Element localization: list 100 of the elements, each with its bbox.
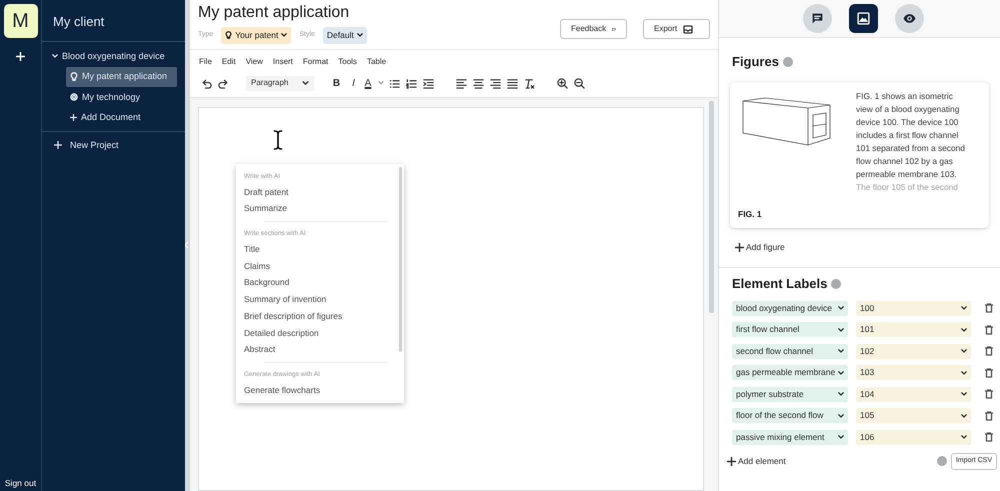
reference-number-dropdown[interactable]: 102 (856, 344, 971, 359)
document-item[interactable]: My technology (66, 88, 177, 107)
chevron-down-icon (961, 370, 967, 375)
menu-item[interactable]: Detailed description (244, 324, 319, 342)
menu-item[interactable]: Generate flowcharts (244, 382, 320, 398)
trash-icon (985, 432, 993, 442)
chevron-down-icon (961, 414, 967, 418)
section-title: Element Labels (732, 275, 828, 294)
menu-item[interactable]: Background (244, 274, 290, 291)
element-name-dropdown[interactable]: floor of the second flow (732, 408, 848, 424)
plus-icon (727, 456, 736, 466)
document-item[interactable]: Add Document (66, 108, 177, 128)
lightbulb-icon (70, 72, 78, 82)
align-left-icon (456, 78, 467, 89)
menu-item[interactable]: Brief description of figures (244, 308, 342, 324)
redo-icon (218, 78, 229, 89)
delete-button[interactable] (985, 303, 993, 314)
feedback-button[interactable]: Feedback (560, 19, 627, 39)
trash-icon (985, 346, 993, 356)
type-dropdown[interactable]: Your patent (221, 27, 292, 44)
delete-button[interactable] (985, 432, 993, 442)
image-icon (857, 12, 870, 25)
comments-view-button[interactable] (803, 4, 832, 33)
menu-item[interactable]: Draft patent (244, 184, 288, 200)
avatar-button[interactable]: M (4, 4, 38, 38)
preview-view-button[interactable] (895, 4, 924, 33)
reference-number-dropdown[interactable]: 105 (856, 408, 971, 424)
add-figure-button[interactable]: Add figure (735, 241, 1000, 254)
document-title: My patent application (197, 3, 350, 23)
scrollbar-thumb[interactable] (399, 166, 402, 352)
indent-icon (423, 78, 434, 89)
chevron-down-icon (302, 81, 309, 86)
align-right-icon (490, 78, 501, 89)
bold-button[interactable]: B (328, 76, 345, 90)
sign-out-link[interactable]: Sign out (4, 477, 36, 491)
figure-description: The floor 105 of the second (856, 180, 959, 194)
element-name-dropdown[interactable]: second flow channel (732, 344, 848, 359)
scrollbar-thumb[interactable] (709, 100, 714, 313)
chevron-down-icon (838, 349, 844, 354)
element-name-dropdown[interactable]: first flow channel (732, 322, 848, 338)
chevron-down-icon (378, 81, 384, 86)
figure-caption: FIG. 1 (738, 208, 763, 220)
menu-item[interactable]: Claims (244, 258, 270, 274)
menu-item[interactable]: Table (362, 56, 392, 68)
chevron-down-icon (838, 435, 844, 440)
add-client-button[interactable] (16, 52, 25, 61)
new-project-button[interactable]: New Project (50, 136, 123, 155)
menu-item[interactable]: Title (244, 240, 260, 258)
delete-button[interactable] (985, 389, 993, 400)
menu-item[interactable]: Summary of invention (244, 291, 326, 308)
block-format-dropdown[interactable]: Paragraph (246, 76, 314, 91)
export-button[interactable]: Export (643, 19, 710, 39)
plus-icon (735, 243, 744, 252)
trash-icon (985, 389, 993, 400)
project-item[interactable]: Blood oxygenating device (48, 46, 169, 66)
reference-number-dropdown[interactable]: 106 (856, 430, 971, 445)
document-item[interactable]: My patent application (66, 67, 177, 86)
delete-button[interactable] (985, 410, 993, 421)
bulleted-list-icon (389, 78, 400, 89)
chevron-down-icon (356, 33, 363, 38)
menu-item[interactable]: Summarize (244, 200, 287, 217)
element-name-dropdown[interactable]: passive mixing element (732, 430, 848, 445)
figures-view-button[interactable] (849, 4, 878, 33)
chevron-down-icon (961, 392, 967, 396)
menu-item[interactable]: Insert (268, 56, 298, 68)
reference-number-dropdown[interactable]: 103 (856, 365, 971, 380)
undo-icon (201, 78, 212, 89)
element-name-dropdown[interactable]: polymer substrate (732, 386, 848, 402)
menu-item[interactable]: Edit (216, 56, 241, 68)
chevron-down-icon (838, 414, 844, 418)
menu-item[interactable]: Tools (333, 56, 362, 68)
menu-item[interactable]: Abstract (244, 341, 276, 358)
menu-item[interactable]: View (240, 56, 268, 68)
delete-button[interactable] (985, 368, 993, 378)
delete-button[interactable] (985, 346, 993, 356)
chevron-down-icon (838, 392, 844, 396)
style-dropdown[interactable]: Default (322, 27, 367, 44)
reference-number-dropdown[interactable]: 104 (856, 386, 971, 402)
figure-description: FIG. 1 shows an isometric view of a blood oxygenating device 100. The device 100 includes a first flow channel 101 separated from a second flow channel 102 by a gas permeable membrane 103. (856, 90, 966, 181)
trash-icon (985, 303, 993, 314)
element-name-dropdown[interactable]: gas permeable membrane (732, 365, 848, 380)
element-name-dropdown[interactable]: blood oxygenating device (732, 300, 848, 316)
chevron-down-icon (838, 306, 844, 310)
zoom-out-icon (574, 78, 585, 89)
chevron-down-icon (961, 435, 967, 440)
italic-button[interactable]: I (345, 76, 362, 90)
trash-icon (985, 368, 993, 378)
color-button[interactable]: A (362, 76, 374, 90)
delete-button[interactable] (985, 324, 993, 335)
trash-icon (985, 410, 993, 421)
reference-number-dropdown[interactable]: 100 (856, 300, 971, 316)
menu-item[interactable]: Format (298, 56, 334, 68)
menu-item[interactable]: File (194, 56, 217, 68)
lightbulb-icon (225, 31, 232, 40)
justify-icon (507, 78, 518, 89)
text-cursor-icon (273, 130, 283, 150)
reference-number-dropdown[interactable]: 101 (856, 322, 971, 338)
trash-icon (985, 324, 993, 335)
add-element-button[interactable]: Add element (727, 455, 786, 468)
align-center-icon (473, 78, 484, 89)
